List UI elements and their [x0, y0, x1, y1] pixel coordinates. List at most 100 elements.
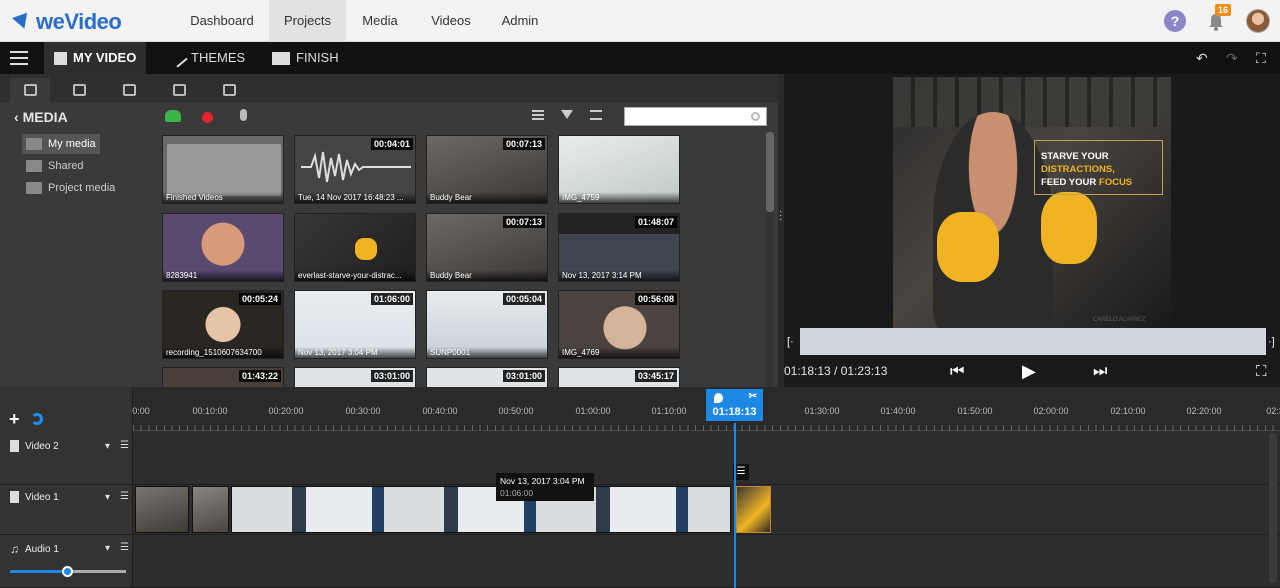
volume-knob[interactable]	[62, 566, 73, 577]
tab-stock-media[interactable]	[59, 78, 99, 102]
tab-themes-label: THEMES	[191, 50, 246, 65]
trim-end-icon[interactable]: ·]	[1268, 336, 1275, 348]
media-item-label: Finished Videos	[163, 192, 283, 203]
media-item-audio[interactable]: 00:04:01 Tue, 14 Nov 2017 16:48:23 ...	[294, 135, 416, 204]
sort-icon[interactable]	[590, 110, 602, 120]
preview-caption: STARVE YOUR DISTRACTIONS, FEED YOUR FOCU…	[1034, 140, 1163, 195]
media-scrollbar-thumb[interactable]	[766, 132, 774, 212]
media-item-image[interactable]: 8283941	[162, 213, 284, 282]
media-item-video[interactable]: 01:43:22	[162, 367, 284, 387]
media-item-video[interactable]: 00:07:13 Buddy Bear	[426, 135, 548, 204]
skip-forward-icon[interactable]: ⏭	[1093, 363, 1107, 381]
media-item-video[interactable]: 00:05:24 recording_1510607634700	[162, 290, 284, 359]
timeline-clip[interactable]	[736, 486, 771, 533]
folder-project-media[interactable]: Project media	[22, 178, 119, 198]
trim-start-icon[interactable]: [·	[787, 336, 794, 348]
media-item-label: Buddy Bear	[427, 192, 547, 203]
picture-icon	[222, 84, 236, 96]
ruler-label: 01:40:00	[880, 406, 916, 416]
media-item-video[interactable]: 03:45:17	[558, 367, 680, 387]
marker-pin-icon[interactable]	[714, 393, 723, 403]
snap-magnet-icon[interactable]	[31, 413, 43, 425]
track-header-audio-1: ♫ Audio 1	[10, 542, 59, 556]
media-item-label: Buddy Bear	[427, 270, 547, 281]
nav-dashboard[interactable]: Dashboard	[178, 0, 266, 42]
media-item-image[interactable]: IMG_4759	[558, 135, 680, 204]
media-item-video[interactable]: 00:56:08 IMG_4769	[558, 290, 680, 359]
media-panel: ‹ MEDIA My media Shared Project media Fi…	[0, 74, 778, 387]
tab-graphics[interactable]	[159, 78, 199, 102]
track-menu-icon[interactable]: ☰	[120, 491, 129, 502]
media-search-input[interactable]	[624, 107, 767, 126]
media-item-label: IMG_4769	[559, 347, 679, 358]
track-video-2[interactable]: Video 2 ▾ ☰	[0, 432, 1280, 485]
track-name: Audio 1	[25, 543, 59, 555]
media-item-video[interactable]: 01:06:00 Nov 13, 2017 3:04 PM	[294, 290, 416, 359]
timeline-clip[interactable]	[192, 486, 229, 533]
track-menu-icon[interactable]: ☰	[120, 440, 129, 451]
track-dropdown-icon[interactable]: ▾	[105, 543, 110, 554]
nav-media[interactable]: Media	[350, 0, 410, 42]
tab-audio-library[interactable]	[109, 78, 149, 102]
upload-cloud-icon[interactable]	[165, 110, 181, 122]
add-track-icon[interactable]: +	[9, 409, 20, 430]
playhead-line[interactable]	[734, 423, 736, 588]
duration-badge: 00:07:13	[502, 216, 545, 228]
play-button[interactable]: ▶	[1022, 361, 1036, 382]
resize-grip-icon[interactable]: · · ·	[779, 207, 782, 225]
timeline-clip[interactable]	[135, 486, 189, 533]
hamburger-menu-icon[interactable]	[10, 51, 28, 65]
filter-icon[interactable]	[561, 110, 573, 119]
track-header-video-1: Video 1	[10, 491, 59, 503]
caption-text: STARVE YOUR	[1041, 151, 1109, 162]
preview-scrub-bar[interactable]	[800, 328, 1266, 355]
scissors-icon[interactable]: ✂	[749, 391, 757, 402]
nav-admin[interactable]: Admin	[490, 0, 550, 42]
tab-my-video[interactable]: MY VIDEO	[44, 42, 147, 74]
track-dropdown-icon[interactable]: ▾	[105, 492, 110, 503]
skip-back-icon[interactable]: ⏮	[950, 363, 964, 381]
playhead-handle[interactable]: ✂ 01:18:13	[706, 389, 763, 421]
track-dropdown-icon[interactable]: ▾	[105, 441, 110, 452]
list-view-icon[interactable]	[532, 110, 544, 120]
tab-themes[interactable]: THEMES	[162, 42, 255, 74]
media-item-image[interactable]: everlast-starve-your-distrac...	[294, 213, 416, 282]
record-icon[interactable]	[202, 112, 213, 123]
caption-text: FEED YOUR	[1041, 177, 1099, 188]
media-item-video[interactable]: 00:07:13 Buddy Bear	[426, 213, 548, 282]
media-item-video[interactable]: 03:01:00	[294, 367, 416, 387]
tab-backgrounds[interactable]	[209, 78, 249, 102]
user-avatar[interactable]	[1246, 9, 1270, 33]
nav-videos[interactable]: Videos	[418, 0, 484, 42]
media-item-video[interactable]: 01:48:07 Nov 13, 2017 3:14 PM	[558, 213, 680, 282]
tab-my-media-source[interactable]	[10, 78, 50, 102]
audio-volume-slider[interactable]	[10, 566, 126, 577]
ruler-label: 00:40:00	[422, 406, 458, 416]
nav-projects[interactable]: Projects	[269, 0, 346, 42]
preview-fullscreen-icon[interactable]: ⛶	[1256, 363, 1267, 380]
fullscreen-icon[interactable]: ⛶	[1256, 50, 1266, 67]
undo-icon[interactable]: ↶	[1196, 50, 1208, 67]
duration-badge: 00:07:13	[502, 138, 545, 150]
preview-video-frame[interactable]: STARVE YOUR DISTRACTIONS, FEED YOUR FOCU…	[893, 77, 1171, 330]
redo-icon[interactable]: ↷	[1226, 50, 1238, 67]
folder-my-media[interactable]: My media	[22, 134, 100, 154]
media-item-video[interactable]: 00:05:04 SUNP0001	[426, 290, 548, 359]
track-menu-icon[interactable]: ☰	[120, 542, 129, 553]
duration-badge: 00:04:01	[370, 138, 413, 150]
tab-finish[interactable]: FINISH	[262, 42, 349, 74]
track-audio-1[interactable]: ♫ Audio 1 ▾ ☰	[0, 535, 1280, 588]
media-item-label: Nov 13, 2017 3:04 PM	[295, 347, 415, 358]
media-back-button[interactable]: ‹ MEDIA	[14, 109, 68, 125]
folder-shared[interactable]: Shared	[22, 156, 87, 176]
help-icon[interactable]: ?	[1164, 10, 1186, 32]
volume-fill	[10, 570, 68, 573]
wevideo-logo[interactable]: weVideo	[12, 9, 122, 34]
timeline-scrollbar[interactable]	[1269, 433, 1277, 583]
microphone-icon[interactable]	[240, 109, 247, 121]
ruler-label: 01:50:00	[957, 406, 993, 416]
media-item-video[interactable]: 03:01:00	[426, 367, 548, 387]
timeline-clip-selected[interactable]	[231, 486, 731, 533]
media-scrollbar[interactable]	[766, 132, 774, 387]
media-item-folder[interactable]: Finished Videos	[162, 135, 284, 204]
